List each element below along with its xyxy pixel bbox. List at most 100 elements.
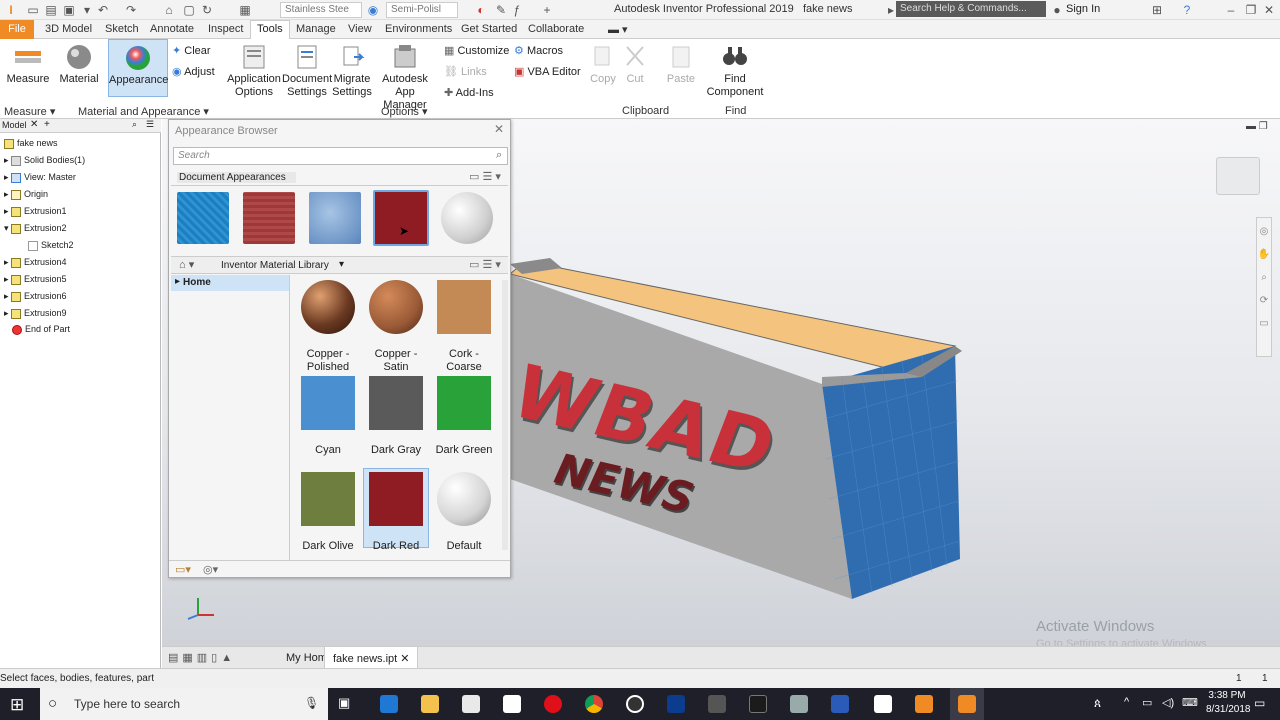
properties-icon[interactable]: ▦	[238, 3, 252, 17]
clear-button[interactable]: ✦ Clear	[172, 44, 211, 57]
app-icon-2[interactable]	[749, 695, 767, 713]
orbit-icon[interactable]: ⟳	[1257, 295, 1271, 306]
new-file-icon[interactable]: ▭	[26, 3, 40, 17]
tree-item-sketch2[interactable]: Sketch2	[28, 237, 74, 253]
help-search-input[interactable]: Search Help & Commands...	[896, 1, 1046, 17]
migrate-settings-button[interactable]: Migrate Settings	[332, 43, 372, 99]
taskbar-search-input[interactable]: ○ Type here to search 🎙	[40, 688, 328, 720]
lib-item-cork-coarse[interactable]: Cork - Coarse	[431, 280, 497, 374]
lib-item-copper-satin[interactable]: Copper - Satin	[363, 280, 429, 374]
clock[interactable]: 3:38 PM 8/31/2018	[1206, 690, 1251, 715]
settings-icon[interactable]	[708, 695, 726, 713]
edge-icon[interactable]	[380, 695, 398, 713]
tray-arrow-icon[interactable]: ^	[1124, 696, 1129, 708]
select-icon[interactable]: ▢	[182, 3, 196, 17]
tab-collaborate[interactable]: Collaborate	[528, 23, 584, 35]
tab-get-started[interactable]: Get Started	[461, 23, 517, 35]
volume-icon[interactable]: ◁)	[1162, 696, 1174, 709]
opera-icon[interactable]	[544, 695, 562, 713]
tab-annotate[interactable]: Annotate	[150, 23, 194, 35]
material-button[interactable]: Material	[58, 43, 100, 86]
library-dropdown-icon[interactable]: ▾	[339, 259, 344, 270]
add-browser-tab-icon[interactable]: +	[44, 119, 50, 130]
customize-button[interactable]: ▦ Customize	[444, 44, 509, 57]
app-icon-3[interactable]	[790, 695, 808, 713]
group-measure-label[interactable]: Measure ▾	[4, 105, 55, 118]
lib-item-copper-polished[interactable]: Copper - Polished	[295, 280, 361, 374]
adjust-icon[interactable]: ✎	[494, 3, 508, 17]
tab-tools[interactable]: Tools	[250, 20, 290, 40]
lib-item-dark-olive[interactable]: Dark Olive	[295, 472, 361, 553]
library-folder-icon[interactable]: ▭▾	[175, 563, 191, 576]
redo-icon[interactable]: ↷	[124, 3, 138, 17]
tab-view[interactable]: View	[348, 23, 372, 35]
zoom-icon[interactable]: ⌕	[1257, 272, 1271, 283]
tab-manage[interactable]: Manage	[296, 23, 336, 35]
macros-button[interactable]: ⚙ Macros	[514, 44, 563, 57]
steering-wheel-icon[interactable]: ◎	[1257, 226, 1271, 237]
mail-icon[interactable]	[503, 695, 521, 713]
help-icon[interactable]: ?	[1180, 3, 1194, 17]
look-at-icon[interactable]: ▭	[1257, 318, 1271, 329]
viewport-restore-icon[interactable]: ▬ ❐	[1246, 121, 1268, 132]
library-tree-home[interactable]: ▸ Home	[171, 275, 289, 291]
view-toggle-icon[interactable]: ▭ ☰ ▾	[469, 170, 501, 183]
home-expand-icon[interactable]: ▸	[175, 276, 180, 287]
appearance-dropdown[interactable]: Semi-Polisl	[386, 2, 458, 18]
tree-item-extrusion9[interactable]: ▸ Extrusion9	[4, 305, 67, 321]
lib-item-default[interactable]: Default	[431, 472, 497, 553]
navigation-bar[interactable]: ◎ ✋ ⌕ ⟳ ▭	[1256, 217, 1272, 357]
appearance-button[interactable]: Appearance	[108, 39, 168, 97]
sign-in-link[interactable]: Sign In	[1066, 3, 1100, 15]
app-icon-1[interactable]	[626, 695, 644, 713]
tab-model[interactable]: Model	[2, 120, 27, 130]
save-dropdown-icon[interactable]: ▾	[80, 3, 94, 17]
notifications-icon[interactable]: ▭	[1254, 696, 1265, 710]
microphone-icon[interactable]: 🎙	[304, 696, 319, 710]
inventor-taskbar-button[interactable]	[950, 688, 984, 720]
app-manager-button[interactable]: Autodesk App Manager	[372, 43, 438, 112]
appearance-search-input[interactable]: Search ⌕	[173, 147, 508, 165]
undo-icon[interactable]: ↶	[96, 3, 110, 17]
tree-item-origin[interactable]: ▸ Origin	[4, 186, 48, 202]
panel-visibility-icon[interactable]: ▬ ▾	[608, 23, 628, 36]
browser-search-icon[interactable]: ⌕	[132, 119, 137, 130]
vista-icon[interactable]	[667, 695, 685, 713]
store-icon[interactable]	[462, 695, 480, 713]
vlc-icon[interactable]	[915, 695, 933, 713]
measure-button[interactable]: Measure	[6, 43, 50, 86]
tree-item-extrusion6[interactable]: ▸ Extrusion6	[4, 288, 67, 304]
people-icon[interactable]: ጰ	[1094, 696, 1101, 711]
vba-editor-button[interactable]: ▣ VBA Editor	[514, 65, 581, 78]
tree-item-extrusion1[interactable]: ▸ Extrusion1	[4, 203, 67, 219]
save-icon[interactable]: ▣	[62, 3, 76, 17]
material-dropdown[interactable]: Stainless Stee	[280, 2, 362, 18]
pan-icon[interactable]: ✋	[1257, 249, 1271, 260]
tree-item-extrusion4[interactable]: ▸ Extrusion4	[4, 254, 67, 270]
group-material-appearance-label[interactable]: Material and Appearance ▾	[78, 105, 209, 118]
app-icon-4[interactable]	[831, 695, 849, 713]
document-settings-button[interactable]: Document Settings	[282, 43, 332, 99]
lib-item-dark-gray[interactable]: Dark Gray	[363, 376, 429, 457]
tab-inspect[interactable]: Inspect	[208, 23, 243, 35]
adjust-button[interactable]: ◉ Adjust	[172, 65, 215, 78]
tab-fake-news-ipt[interactable]: fake news.ipt ✕	[324, 647, 419, 669]
tree-item-fake-news[interactable]: fake news	[4, 135, 58, 151]
lib-item-dark-green[interactable]: Dark Green	[431, 376, 497, 457]
close-model-tab-icon[interactable]: ✕	[30, 119, 38, 130]
chrome-icon[interactable]	[585, 695, 603, 713]
home-icon[interactable]: ⌂	[162, 3, 176, 17]
application-options-button[interactable]: Application Options	[226, 43, 282, 99]
lib-item-dark-red[interactable]: Dark Red	[363, 468, 429, 552]
library-home-icon[interactable]: ⌂ ▾	[179, 258, 194, 271]
add-ins-button[interactable]: ✚ Add-Ins	[444, 86, 494, 99]
library-view-toggle-icon[interactable]: ▭ ☰ ▾	[469, 258, 501, 271]
search-icon[interactable]: ⌕	[496, 149, 502, 162]
dialog-close-icon[interactable]: ✕	[494, 122, 504, 136]
create-appearance-icon[interactable]: ◎▾	[203, 563, 218, 576]
group-options-label[interactable]: Options ▾	[381, 105, 428, 118]
close-icon[interactable]: ✕	[1262, 3, 1276, 17]
file-explorer-icon[interactable]	[421, 695, 439, 713]
file-menu[interactable]: File	[0, 20, 34, 39]
photos-icon[interactable]	[874, 695, 892, 713]
